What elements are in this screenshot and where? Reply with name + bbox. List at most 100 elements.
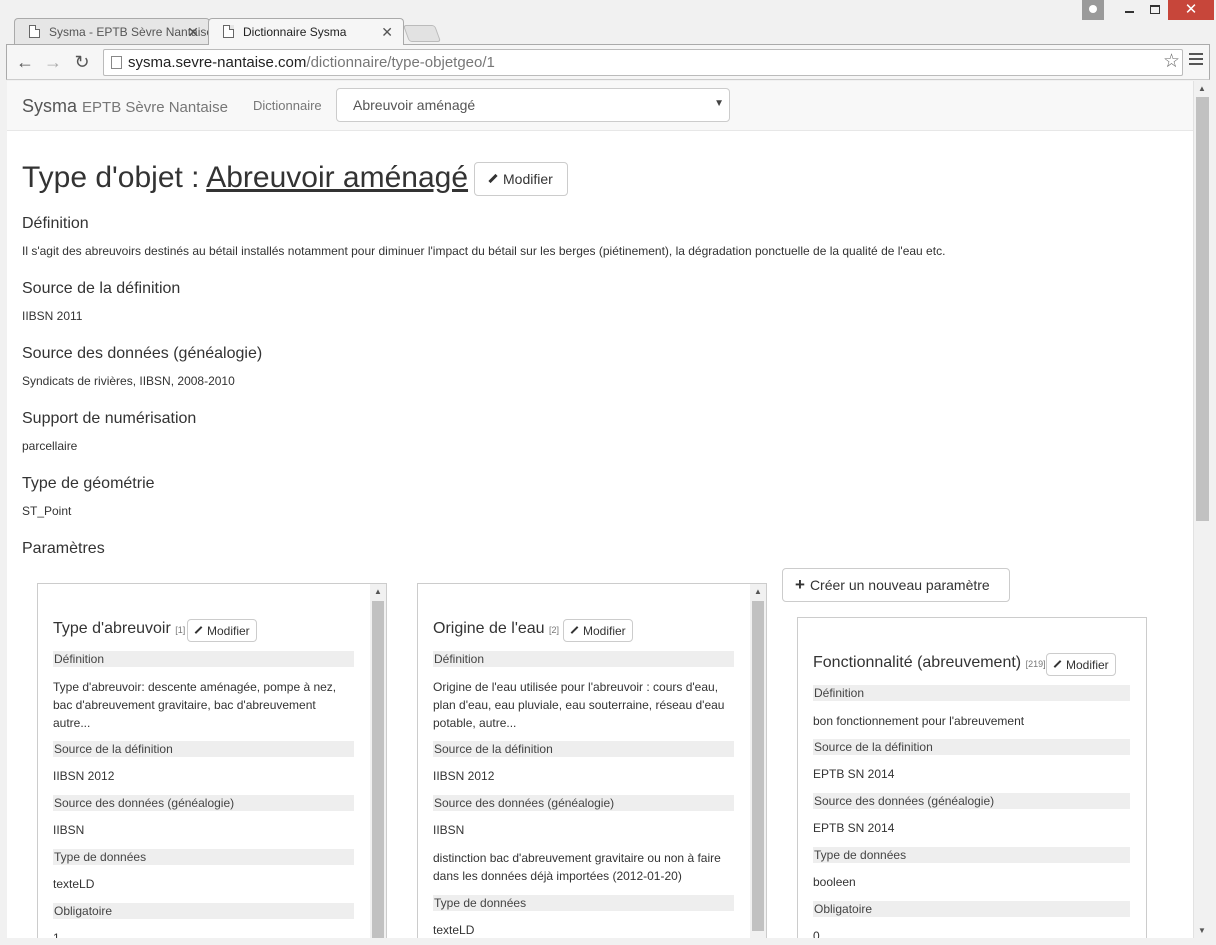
field-label: Définition xyxy=(433,651,734,667)
modify-label: Modifier xyxy=(1066,658,1109,672)
page-icon xyxy=(223,25,234,38)
field-label: Obligatoire xyxy=(813,901,1130,917)
field-value: texteLD xyxy=(433,923,475,937)
field-value: IIBSN xyxy=(53,823,85,837)
param-panel[interactable]: ▲ Type d'abreuvoir [1] Modifier Définiti… xyxy=(37,583,387,938)
new-tab-button[interactable] xyxy=(402,25,442,42)
browser-window: Sysma - EPTB Sèvre Nantaise ✕ Dictionnai… xyxy=(0,0,1216,945)
close-window-icon[interactable]: ✕ xyxy=(1168,0,1214,20)
section-value: ST_Point xyxy=(22,504,72,518)
modify-label: Modifier xyxy=(583,624,626,638)
section-heading: Définition xyxy=(22,215,89,232)
field-label: Source des données (généalogie) xyxy=(53,795,354,811)
field-value: 0 xyxy=(813,929,820,938)
section-heading: Support de numérisation xyxy=(22,410,197,427)
field-value: IIBSN xyxy=(433,823,465,837)
param-title: Origine de l'eau [2] xyxy=(433,620,559,638)
page-viewport: Sysma EPTB Sèvre Nantaise Dictionnaire A… xyxy=(7,81,1210,938)
field-value: booleen xyxy=(813,875,856,889)
param-panel[interactable]: Fonctionnalité (abreuvement) [219] Modif… xyxy=(797,617,1147,938)
tab-label: Dictionnaire Sysma xyxy=(243,25,347,39)
param-title: Type d'abreuvoir [1] xyxy=(53,620,185,638)
field-label: Type de données xyxy=(53,849,354,865)
tab-label: Sysma - EPTB Sèvre Nantaise xyxy=(49,25,210,39)
modify-label: Modifier xyxy=(503,171,553,187)
user-icon[interactable] xyxy=(1082,0,1104,20)
scroll-up-icon[interactable]: ▲ xyxy=(374,587,382,596)
tab-close-icon[interactable]: ✕ xyxy=(187,24,199,41)
brand-sub: EPTB Sèvre Nantaise xyxy=(82,99,228,116)
back-arrow-icon[interactable]: ← xyxy=(13,50,37,74)
field-label: Type de données xyxy=(433,895,734,911)
param-id: [1] xyxy=(175,625,186,635)
section-heading: Type de géométrie xyxy=(22,475,155,492)
field-value: Type d'abreuvoir: descente aménagée, pom… xyxy=(53,680,337,730)
section-value: Syndicats de rivières, IIBSN, 2008-2010 xyxy=(22,374,235,388)
browser-toolbar: ← → ↻ sysma.sevre-nantaise.com/dictionna… xyxy=(6,44,1210,80)
url-host: sysma.sevre-nantaise.com xyxy=(128,54,307,71)
field-label: Source de la définition xyxy=(813,739,1130,755)
tab-sysma[interactable]: Sysma - EPTB Sèvre Nantaise ✕ xyxy=(14,18,210,45)
object-type-select[interactable]: Abreuvoir aménagé ▼ xyxy=(336,88,730,122)
field-value: EPTB SN 2014 xyxy=(813,767,895,781)
tab-dictionnaire[interactable]: Dictionnaire Sysma ✕ xyxy=(208,18,404,45)
section-value: Il s'agit des abreuvoirs destinés au bét… xyxy=(22,244,946,258)
scroll-thumb[interactable] xyxy=(372,601,384,938)
field-label: Source de la définition xyxy=(53,741,354,757)
scroll-up-icon[interactable]: ▲ xyxy=(754,587,762,596)
field-value: bon fonctionnement pour l'abreuvement xyxy=(813,714,1025,728)
scroll-down-icon[interactable]: ▼ xyxy=(1198,926,1206,935)
selected-value: Abreuvoir aménagé xyxy=(353,97,476,113)
scroll-thumb[interactable] xyxy=(1196,97,1209,521)
field-value: EPTB SN 2014 xyxy=(813,821,895,835)
create-param-button[interactable]: + Créer un nouveau paramètre xyxy=(782,568,1010,602)
minimize-icon[interactable] xyxy=(1120,2,1138,22)
modify-param-button[interactable]: Modifier xyxy=(187,619,257,642)
brand-main: Sysma xyxy=(22,96,78,116)
url-path: /dictionnaire/type-objetgeo/1 xyxy=(306,54,495,71)
section-value: IIBSN 2011 xyxy=(22,309,83,323)
param-id: [2] xyxy=(549,625,560,635)
title-object-name[interactable]: Abreuvoir aménagé xyxy=(206,161,468,194)
brand[interactable]: Sysma EPTB Sèvre Nantaise xyxy=(22,96,228,117)
field-label: Source des données (généalogie) xyxy=(433,795,734,811)
section-heading: Source des données (généalogie) xyxy=(22,345,263,362)
modify-label: Modifier xyxy=(207,624,250,638)
modify-param-button[interactable]: Modifier xyxy=(1046,653,1116,676)
field-value: texteLD xyxy=(53,877,95,891)
param-name: Origine de l'eau xyxy=(433,620,545,637)
param-id: [219] xyxy=(1025,659,1046,669)
param-name: Type d'abreuvoir xyxy=(53,620,171,637)
reload-icon[interactable]: ↻ xyxy=(70,50,94,74)
panel-scrollbar[interactable]: ▲ xyxy=(370,584,386,938)
maximize-icon[interactable] xyxy=(1146,2,1164,22)
field-label: Source des données (généalogie) xyxy=(813,793,1130,809)
field-label: Type de données xyxy=(813,847,1130,863)
nav-dictionnaire-link[interactable]: Dictionnaire xyxy=(253,98,322,113)
modify-type-button[interactable]: Modifier xyxy=(474,162,568,196)
param-panel[interactable]: ▲ Origine de l'eau [2] Modifier Définiti… xyxy=(417,583,767,938)
forward-arrow-icon[interactable]: → xyxy=(41,50,65,74)
hamburger-menu-icon[interactable] xyxy=(1189,53,1203,68)
modify-param-button[interactable]: Modifier xyxy=(563,619,633,642)
field-label: Source de la définition xyxy=(433,741,734,757)
field-value: IIBSN 2012 xyxy=(433,769,495,783)
pencil-icon xyxy=(570,625,579,634)
field-label: Obligatoire xyxy=(53,903,354,919)
address-bar[interactable]: sysma.sevre-nantaise.com/dictionnaire/ty… xyxy=(103,49,1183,76)
page-icon xyxy=(29,25,40,38)
page-scrollbar[interactable]: ▲ ▼ xyxy=(1193,81,1210,938)
pencil-icon xyxy=(488,173,498,183)
field-value: IIBSN 2012 xyxy=(53,769,115,783)
panel-scrollbar[interactable]: ▲ xyxy=(750,584,766,938)
field-label: Définition xyxy=(813,685,1130,701)
bookmark-star-icon[interactable]: ☆ xyxy=(1163,50,1180,73)
page-title: Type d'objet : Abreuvoir aménagé xyxy=(22,161,468,195)
params-heading: Paramètres xyxy=(22,540,105,557)
param-title: Fonctionnalité (abreuvement) [219] xyxy=(813,654,1046,672)
scroll-up-icon[interactable]: ▲ xyxy=(1198,84,1206,93)
page-icon xyxy=(111,56,122,69)
create-param-label: Créer un nouveau paramètre xyxy=(809,577,990,593)
scroll-thumb[interactable] xyxy=(752,601,764,931)
tab-close-icon[interactable]: ✕ xyxy=(381,24,393,41)
